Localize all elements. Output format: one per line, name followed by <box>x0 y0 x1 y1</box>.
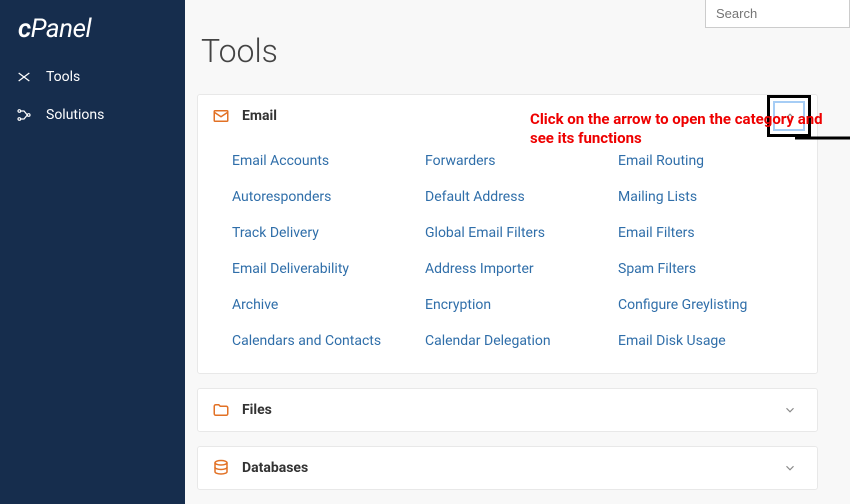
tools-icon <box>16 69 32 85</box>
solutions-icon <box>16 107 32 123</box>
tool-link[interactable]: Email Deliverability <box>232 251 417 287</box>
search-input[interactable] <box>705 0 850 28</box>
folder-icon <box>212 401 230 419</box>
chevron-down-icon <box>783 461 797 475</box>
tool-link[interactable]: Mailing Lists <box>618 179 803 215</box>
collapse-toggle[interactable] <box>771 97 809 135</box>
tool-link[interactable]: Track Delivery <box>232 215 417 251</box>
tool-link[interactable]: Calendars and Contacts <box>232 323 417 359</box>
category-files: Files <box>197 388 818 432</box>
tool-link[interactable]: Autoresponders <box>232 179 417 215</box>
category-email: Email Email Accounts Forwarders Email Ro… <box>197 94 818 374</box>
page-title: Tools <box>201 32 818 70</box>
sidebar: ccPanelPanel Tools Solutions <box>0 0 185 504</box>
tool-link[interactable]: Email Routing <box>618 143 803 179</box>
tool-link[interactable]: Configure Greylisting <box>618 287 803 323</box>
chevron-down-icon <box>783 403 797 417</box>
sidebar-item-label: Solutions <box>46 107 104 123</box>
tool-link[interactable]: Email Disk Usage <box>618 323 803 359</box>
tool-link[interactable]: Forwarders <box>425 143 610 179</box>
category-title: Files <box>242 402 272 418</box>
tool-link[interactable]: Default Address <box>425 179 610 215</box>
category-header-files[interactable]: Files <box>198 389 817 431</box>
sidebar-item-tools[interactable]: Tools <box>0 58 185 96</box>
sidebar-item-label: Tools <box>46 69 80 85</box>
category-title: Databases <box>242 460 308 476</box>
sidebar-item-solutions[interactable]: Solutions <box>0 96 185 134</box>
database-icon <box>212 459 230 477</box>
email-icon <box>212 107 230 125</box>
category-title: Email <box>242 108 277 124</box>
category-body-email: Email Accounts Forwarders Email Routing … <box>198 137 817 373</box>
tool-link[interactable]: Email Accounts <box>232 143 417 179</box>
tool-link[interactable]: Global Email Filters <box>425 215 610 251</box>
tool-link[interactable]: Archive <box>232 287 417 323</box>
brand-logo: ccPanelPanel <box>0 0 185 52</box>
tool-link[interactable]: Email Filters <box>618 215 803 251</box>
tool-link[interactable]: Encryption <box>425 287 610 323</box>
tool-link[interactable]: Calendar Delegation <box>425 323 610 359</box>
tool-link[interactable]: Spam Filters <box>618 251 803 287</box>
category-databases: Databases <box>197 446 818 490</box>
expand-toggle[interactable] <box>771 449 809 487</box>
expand-toggle[interactable] <box>771 391 809 429</box>
chevron-up-icon <box>783 109 797 123</box>
category-header-databases[interactable]: Databases <box>198 447 817 489</box>
tool-link[interactable]: Address Importer <box>425 251 610 287</box>
category-header-email[interactable]: Email <box>198 95 817 137</box>
main-content: Tools Email Email Accounts Forwarders Em… <box>185 0 850 504</box>
